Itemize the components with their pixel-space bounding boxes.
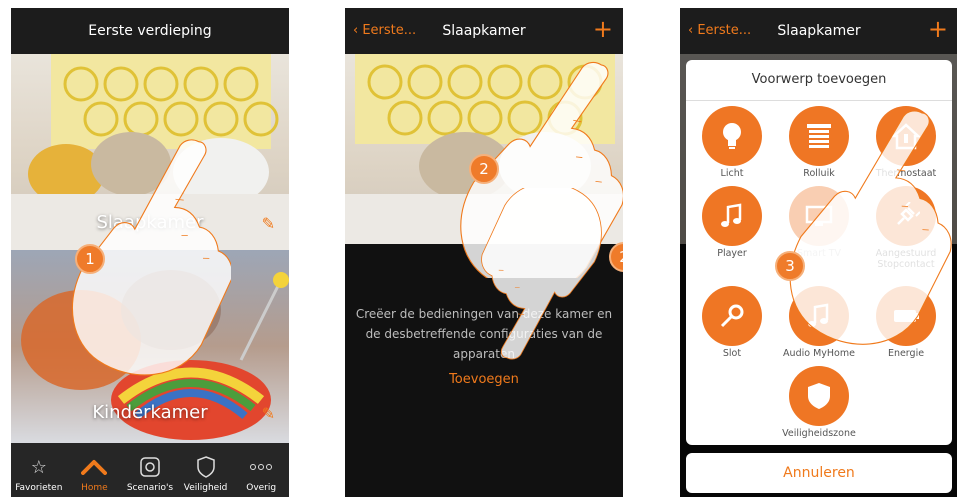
header-bar: ‹ Eerste... Slaapkamer + xyxy=(345,8,623,54)
step-badge: 2 xyxy=(469,154,499,184)
object-thermostaat[interactable]: Thermostaat xyxy=(864,106,948,179)
add-link[interactable]: Toevoegen xyxy=(345,372,623,387)
tv-icon xyxy=(789,186,849,246)
page-title: Slaapkamer xyxy=(777,23,861,39)
room-cover-photo xyxy=(345,54,623,244)
page-title: Eerste verdieping xyxy=(88,23,212,39)
shield-icon xyxy=(789,366,849,426)
bottom-tab-bar: ☆ Favorieten Home Scenario's Veiligheid xyxy=(11,443,289,497)
plug-icon xyxy=(876,186,936,246)
thermostat-icon xyxy=(876,106,936,166)
add-object-dialog: Voorwerp toevoegen Licht Rolluik Thermos… xyxy=(686,60,952,445)
music-note-icon xyxy=(702,186,762,246)
cancel-button[interactable]: Annuleren xyxy=(686,453,952,493)
step-badge: 2 xyxy=(609,242,623,272)
step-badge: 1 xyxy=(75,244,105,274)
shield-icon xyxy=(192,454,220,480)
header-bar: ‹ Eerste... Slaapkamer + xyxy=(680,8,957,54)
tab-favorieten[interactable]: ☆ Favorieten xyxy=(11,443,67,497)
object-player[interactable]: Player xyxy=(690,186,774,259)
object-smart-tv[interactable]: Smart TV xyxy=(777,186,861,259)
object-licht[interactable]: Licht xyxy=(690,106,774,179)
star-icon: ☆ xyxy=(30,456,47,478)
room-name: Slaapkamer xyxy=(96,212,204,233)
object-audio-myhome[interactable]: Audio MyHome xyxy=(777,286,861,359)
scenario-icon xyxy=(136,454,164,480)
dialog-title: Voorwerp toevoegen xyxy=(751,72,887,87)
divider xyxy=(686,100,952,101)
object-slot[interactable]: Slot xyxy=(690,286,774,359)
empty-room-message: Creëer de bedieningen van deze kamer en … xyxy=(355,307,613,361)
key-icon xyxy=(702,286,762,346)
back-button[interactable]: ‹ Eerste... xyxy=(688,23,751,38)
back-button[interactable]: ‹ Eerste... xyxy=(353,23,416,38)
phone-screen-floor: Eerste verdieping Slaapkamer ✎ Kinderkam… xyxy=(11,8,289,497)
add-button[interactable]: + xyxy=(928,17,948,41)
tab-home[interactable]: Home xyxy=(67,443,123,497)
tab-veiligheid[interactable]: Veiligheid xyxy=(178,443,234,497)
phone-screen-room-empty: ‹ Eerste... Slaapkamer + Creëer de bedie… xyxy=(345,8,623,497)
bulb-icon xyxy=(702,106,762,166)
add-button[interactable]: + xyxy=(593,17,613,41)
room-tile-kinderkamer[interactable]: Kinderkamer ✎ xyxy=(11,250,289,443)
phone-screen-add-object: ‹ Eerste... Slaapkamer + Voorwerp toevoe… xyxy=(680,8,957,497)
shutter-icon xyxy=(789,106,849,166)
edit-pencil-icon[interactable]: ✎ xyxy=(262,404,275,423)
object-aangestuurd-stopcontact[interactable]: Aangestuurd Stopcontact xyxy=(864,186,948,270)
header-bar: Eerste verdieping xyxy=(11,8,289,54)
bedroom-photo xyxy=(345,54,623,244)
room-name: Kinderkamer xyxy=(92,402,208,423)
edit-pencil-icon[interactable]: ✎ xyxy=(262,214,275,233)
object-energie[interactable]: Energie xyxy=(864,286,948,359)
home-icon xyxy=(80,454,108,480)
object-veiligheidszone[interactable]: Veiligheidszone xyxy=(777,366,861,439)
tab-scenarios[interactable]: Scenario's xyxy=(122,443,178,497)
step-badge: 3 xyxy=(775,251,805,281)
music-note-icon xyxy=(789,286,849,346)
page-title: Slaapkamer xyxy=(442,23,526,39)
more-icon xyxy=(247,454,275,480)
tab-overig[interactable]: Overig xyxy=(233,443,289,497)
battery-icon xyxy=(876,286,936,346)
object-rolluik[interactable]: Rolluik xyxy=(777,106,861,179)
room-tile-slaapkamer[interactable]: Slaapkamer ✎ xyxy=(11,54,289,250)
